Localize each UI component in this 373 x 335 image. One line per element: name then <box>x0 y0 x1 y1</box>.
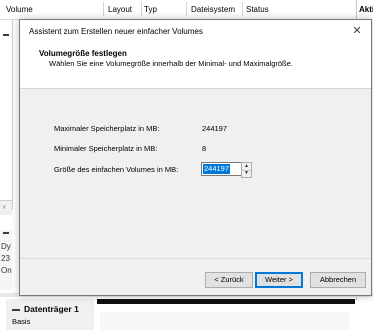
volume-list-left-edge <box>0 20 13 210</box>
column-typ[interactable]: Typ <box>144 5 157 14</box>
next-button[interactable]: Weiter > <box>255 272 303 288</box>
disk-info-line: Dy <box>1 242 11 251</box>
dialog-title: Assistent zum Erstellen neuer einfacher … <box>29 27 203 36</box>
volume-size-selected-text: 244197 <box>203 164 231 174</box>
column-aktionen-label: Akti <box>359 5 373 14</box>
close-icon[interactable]: ✕ <box>349 22 365 38</box>
new-simple-volume-wizard: Assistent zum Erstellen neuer einfacher … <box>19 19 372 296</box>
min-space-label: Minimaler Speicherplatz in MB: <box>54 144 158 153</box>
disk-type: Basis <box>12 317 31 326</box>
column-separator <box>186 2 187 16</box>
column-layout[interactable]: Layout <box>108 5 132 14</box>
spin-down-icon[interactable]: ▼ <box>242 170 251 177</box>
back-button[interactable]: < Zurück <box>205 272 253 288</box>
volume-icon <box>3 34 9 36</box>
column-status[interactable]: Status <box>246 5 269 14</box>
column-separator <box>141 2 142 16</box>
wizard-step-subtitle: Wählen Sie eine Volumegröße innerhalb de… <box>49 59 293 68</box>
disk-info-line: 23 <box>1 254 10 263</box>
scroll-left-icon[interactable]: ‹ <box>3 202 6 211</box>
disk-info-panel: Dy 23 On <box>0 230 12 290</box>
dialog-titlebar[interactable]: Assistent zum Erstellen neuer einfacher … <box>20 20 371 42</box>
column-volume[interactable]: Volume <box>6 5 33 14</box>
cancel-button[interactable]: Abbrechen <box>310 272 366 288</box>
disk-icon <box>3 232 9 234</box>
volume-size-label: Größe des einfachen Volumes in MB: <box>54 165 179 174</box>
column-dateisystem[interactable]: Dateisystem <box>191 5 235 14</box>
max-space-value: 244197 <box>202 124 228 133</box>
wizard-header: Volumegröße festlegen Wählen Sie eine Vo… <box>20 42 371 89</box>
footer-divider <box>20 258 371 259</box>
volume-size-input[interactable]: 244197 <box>201 162 243 176</box>
partition-body <box>100 312 350 330</box>
disk-name: Datenträger 1 <box>24 304 79 314</box>
wizard-step-title: Volumegröße festlegen <box>39 49 127 58</box>
disk-icon <box>12 309 20 311</box>
volume-size-spinner[interactable]: ▲ ▼ <box>241 162 252 178</box>
column-separator <box>242 2 243 16</box>
horizontal-scrollbar[interactable]: ‹ <box>0 200 12 215</box>
min-space-value: 8 <box>202 144 207 153</box>
column-separator <box>103 2 104 16</box>
disk-1-label[interactable]: Datenträger 1 Basis <box>6 299 94 330</box>
disk-info-line: On <box>1 266 12 275</box>
max-space-label: Maximaler Speicherplatz in MB: <box>54 124 160 133</box>
volume-list-header: Volume Layout Typ Dateisystem Status <box>0 0 373 20</box>
